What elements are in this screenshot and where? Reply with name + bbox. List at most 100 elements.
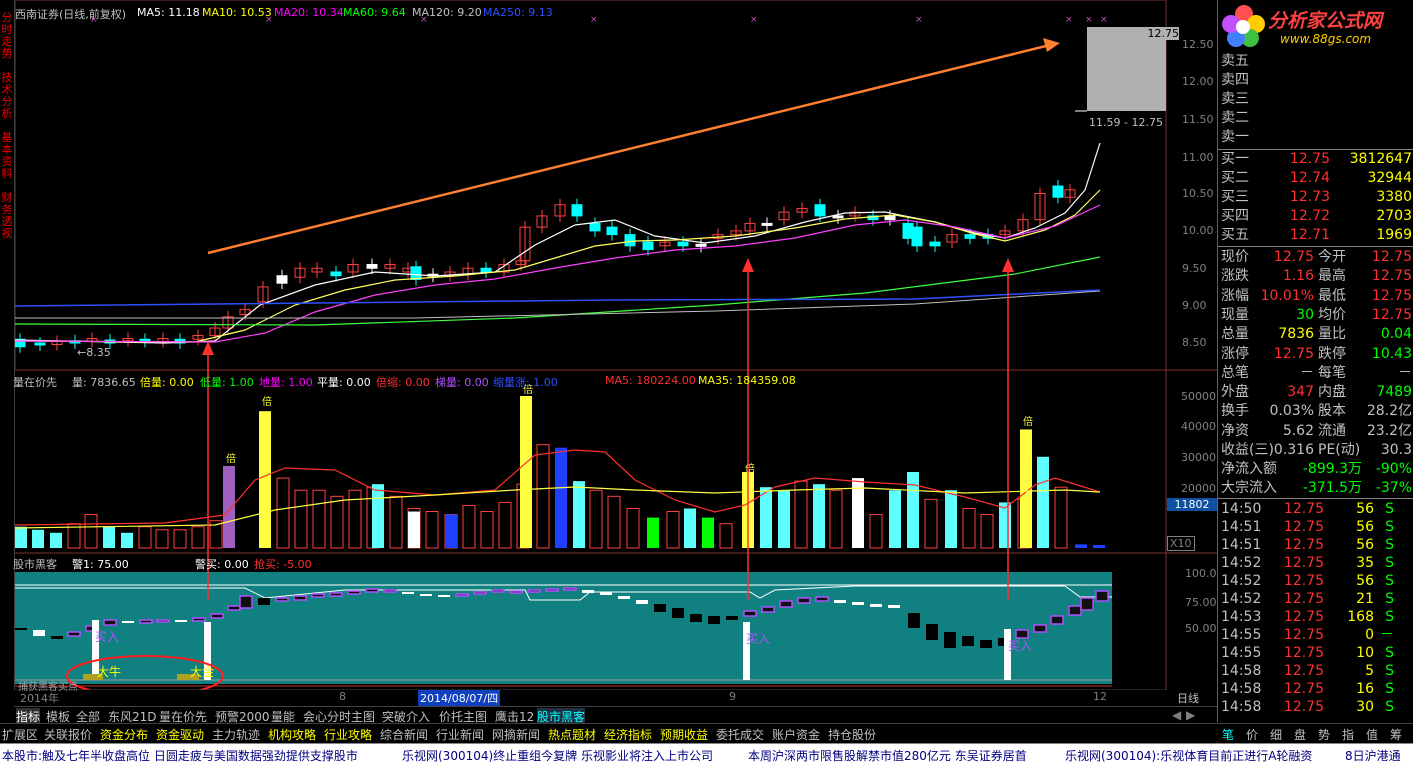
buy-signal-label: 买入 xyxy=(1008,639,1033,653)
quote-value: － xyxy=(1300,364,1314,381)
ind-candle xyxy=(618,596,630,599)
buy-row: 买五 12.71 1969 xyxy=(1218,226,1413,245)
ind-candle xyxy=(1080,597,1094,611)
quote-tab-6[interactable]: 值 xyxy=(1366,726,1378,743)
menu-8[interactable]: 行业新闻 xyxy=(436,726,484,743)
ind-name: 股市黑客 xyxy=(13,558,57,571)
ind-candle xyxy=(258,598,270,605)
tick-side: S xyxy=(1385,573,1394,589)
tick-time: 14:58 xyxy=(1221,699,1262,715)
menu-2[interactable]: 资金分布 xyxy=(100,726,148,743)
volume-bar xyxy=(138,526,152,549)
ind-tick: 75.00 xyxy=(1185,596,1217,609)
menu-3[interactable]: 资金驱动 xyxy=(156,726,204,743)
tick-volume: 30 xyxy=(1356,699,1374,715)
quote-tab-2[interactable]: 细 xyxy=(1270,726,1282,743)
tab-technical[interactable]: 技术分析 xyxy=(0,72,14,120)
quote-row: 涨跌 1.16 最高 12.75 xyxy=(1218,267,1413,286)
tick-price: 12.75 xyxy=(1283,519,1324,535)
candle-body xyxy=(480,267,492,273)
quote-label: PE(动) xyxy=(1318,442,1361,458)
vol-indicator-name: 量在价先 xyxy=(13,376,57,389)
quote-row: 外盘 347 内盘 7489 xyxy=(1218,383,1413,402)
menu-5[interactable]: 机构攻略 xyxy=(268,726,316,743)
ind-candle xyxy=(122,621,134,623)
ind-candle xyxy=(852,602,864,605)
menu-11[interactable]: 经济指标 xyxy=(604,726,652,743)
menu-7[interactable]: 综合新闻 xyxy=(380,726,428,743)
menu-6[interactable]: 行业攻略 xyxy=(324,726,372,743)
buy-label: 买三 xyxy=(1221,189,1249,205)
candle-body xyxy=(330,271,342,277)
volume-bar xyxy=(462,504,476,549)
ind-candle xyxy=(67,631,81,637)
tick-row: 14:55 12.75 10 S xyxy=(1218,644,1413,663)
tick-side: S xyxy=(1385,609,1394,625)
date-cursor: 2014/08/07/四 xyxy=(418,690,501,706)
tab-intraday[interactable]: 分时走势 xyxy=(0,12,14,60)
ticker-item[interactable]: 乐视网(300104):乐视体育目前正进行A轮融资 xyxy=(1065,747,1312,764)
bull-label: 大牛 xyxy=(97,665,122,679)
ticker-item[interactable]: 8日沪港通 xyxy=(1345,747,1401,764)
news-ticker[interactable]: 本股市:触及七年半收盘高位 日圆走疲与美国数据强劲提供支撑股市 乐视网(3001… xyxy=(0,743,1413,767)
quote-tab-3[interactable]: 盘 xyxy=(1294,726,1306,743)
menu-14[interactable]: 账户资金 xyxy=(772,726,820,743)
vol-shrink: 缩量涨: 1.00 xyxy=(493,376,558,389)
menu-15[interactable]: 持仓股份 xyxy=(828,726,876,743)
volume-bar xyxy=(829,489,843,549)
menu-10[interactable]: 热点题材 xyxy=(548,726,596,743)
tick-time: 14:53 xyxy=(1221,609,1262,625)
tick-side: S xyxy=(1385,663,1394,679)
volume-bar xyxy=(1075,544,1087,548)
signal-arrow-head xyxy=(1002,258,1014,272)
buy-price: 12.72 xyxy=(1289,208,1330,224)
ind-candle xyxy=(527,589,541,593)
buy-price: 12.73 xyxy=(1289,189,1330,205)
ticker-item[interactable]: 本周沪深两市限售股解禁市值280亿元 东吴证券居首 xyxy=(748,747,1027,764)
tick-price: 12.75 xyxy=(1283,681,1324,697)
menu-4[interactable]: 主力轨迹 xyxy=(212,726,260,743)
quote-tab-0[interactable]: 笔 xyxy=(1222,726,1234,743)
buy-volume: 2703 xyxy=(1376,208,1412,224)
bei-marker: 倍 xyxy=(262,395,272,408)
ind-candle xyxy=(438,595,450,597)
ma5-label: MA5: 11.18 xyxy=(137,6,200,19)
candle-body xyxy=(964,234,976,239)
menu-13[interactable]: 委托成交 xyxy=(716,726,764,743)
quote-tab-7[interactable]: 筹 xyxy=(1390,726,1402,743)
quote-tab-4[interactable]: 势 xyxy=(1318,726,1330,743)
tab-financial[interactable]: 财务透视 xyxy=(0,192,14,240)
volume-bar xyxy=(794,480,808,549)
ind-candle xyxy=(347,590,361,595)
tab-basic-info[interactable]: 基本资料 xyxy=(0,132,14,180)
tab-scroll-right[interactable]: ▶ xyxy=(1186,708,1195,722)
volume-bar xyxy=(498,501,512,549)
tick-volume: 21 xyxy=(1356,591,1374,607)
tick-price: 12.75 xyxy=(1283,591,1324,607)
volume-bar xyxy=(259,411,271,548)
menu-9[interactable]: 网摘新闻 xyxy=(492,726,540,743)
ind-candle xyxy=(1033,624,1047,633)
menu-0[interactable]: 扩展区 xyxy=(2,726,38,743)
tab-scroll-left[interactable]: ◀ xyxy=(1172,708,1181,722)
flower-logo-icon xyxy=(1222,5,1265,47)
ma20-label: MA20: 10.34 xyxy=(274,6,344,19)
quote-value: 0.03% xyxy=(1269,403,1314,420)
ind-candle xyxy=(1068,605,1082,616)
tick-time: 14:58 xyxy=(1221,681,1262,697)
period-label[interactable]: 日线 xyxy=(1177,690,1199,706)
volume-bar xyxy=(50,532,62,548)
volume-bar xyxy=(647,517,659,548)
quote-tab-1[interactable]: 价 xyxy=(1246,726,1258,743)
flow-value: -899.3万 xyxy=(1302,461,1362,477)
chart-area[interactable]: × × × × × × × × × 倍倍倍倍倍 西南证券(日线,前复权) MA5: 11.18 M… xyxy=(13,0,1217,706)
quote-label: 今开 xyxy=(1318,249,1346,265)
menu-1[interactable]: 关联报价 xyxy=(44,726,92,743)
ticker-item[interactable]: 乐视网(300104)终止重组今复牌 乐视影业将注入上市公司 xyxy=(402,747,713,764)
quote-row: 涨幅 10.01% 最低 12.75 xyxy=(1218,287,1413,306)
ticker-item[interactable]: 本股市:触及七年半收盘高位 日圆走疲与美国数据强劲提供支撑股市 xyxy=(2,747,358,764)
volume-bar xyxy=(999,502,1011,548)
quote-row: 总笔－每笔－ xyxy=(1218,364,1413,383)
quote-tab-5[interactable]: 指 xyxy=(1342,726,1354,743)
menu-12[interactable]: 预期收益 xyxy=(660,726,708,743)
